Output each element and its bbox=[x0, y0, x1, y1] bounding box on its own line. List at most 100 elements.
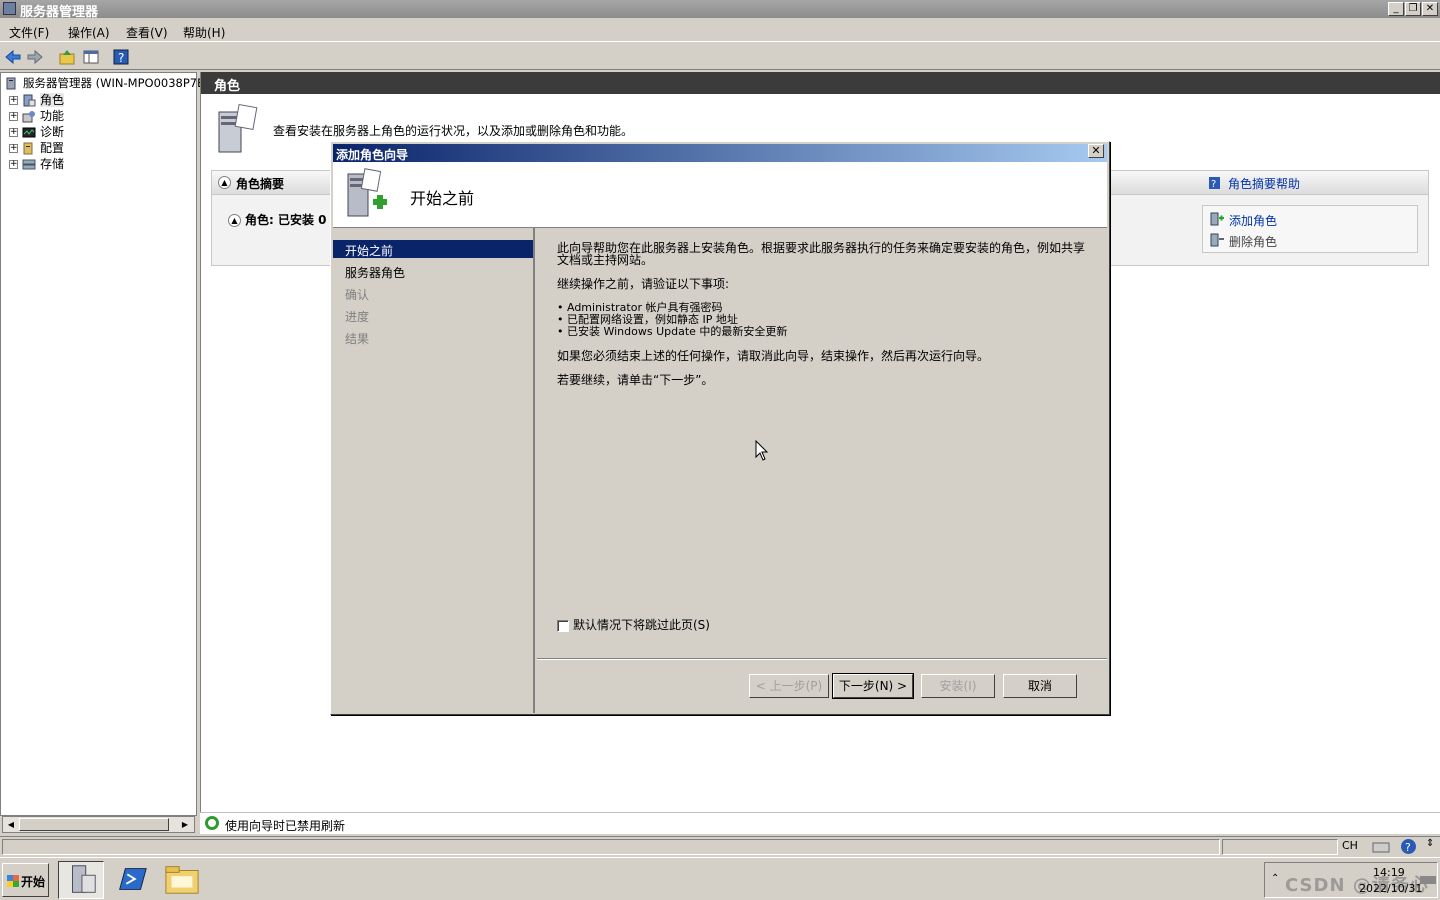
step-confirmation: 确认 bbox=[345, 288, 370, 302]
features-icon bbox=[22, 111, 35, 123]
add-role-wizard-icon bbox=[347, 168, 387, 217]
menu-bar: 文件(F) 操作(A) 查看(V) 帮助(H) bbox=[0, 20, 1440, 42]
folder-icon bbox=[165, 866, 199, 894]
roles-actions-panel: 添加角色 删除角色 bbox=[1202, 205, 1418, 253]
scroll-left-arrow-icon[interactable]: ◀ bbox=[5, 818, 17, 831]
help-book-icon: ? bbox=[1209, 177, 1220, 190]
taskbar-server-manager[interactable] bbox=[58, 861, 104, 899]
next-button[interactable]: 下一步(N) > bbox=[832, 673, 914, 699]
close-button[interactable]: ✕ bbox=[1422, 2, 1438, 16]
show-hide-console-icon[interactable] bbox=[82, 48, 100, 66]
step-progress: 进度 bbox=[345, 310, 370, 324]
system-tray: ⌃ CSDN @请务必 14:19 2022/10/31 bbox=[1264, 862, 1438, 898]
mouse-cursor-icon bbox=[755, 440, 769, 461]
dialog-title: 添加角色向导 bbox=[336, 148, 409, 162]
menu-action[interactable]: 操作(A) bbox=[68, 24, 110, 41]
back-arrow-icon[interactable] bbox=[4, 48, 22, 66]
clock-date[interactable]: 2022/10/31 bbox=[1359, 882, 1422, 895]
refresh-status-text: 使用向导时已禁用刷新 bbox=[225, 819, 346, 833]
tree-item-roles[interactable]: + 角色 bbox=[9, 91, 65, 107]
expand-icon[interactable]: + bbox=[9, 144, 18, 153]
intro-text: 此向导帮助您在此服务器上安装角色。根据要求此服务器执行的任务来确定要安装的角色，… bbox=[557, 241, 1086, 267]
expand-icon[interactable]: + bbox=[9, 112, 18, 121]
language-indicator[interactable]: CH bbox=[1342, 839, 1358, 852]
expand-icon[interactable]: + bbox=[9, 128, 18, 137]
page-title: 角色 bbox=[201, 72, 1440, 94]
tree-item-diagnostics[interactable]: + 诊断 bbox=[9, 123, 64, 139]
tree-item-storage[interactable]: + 存储 bbox=[9, 155, 64, 171]
refresh-icon bbox=[205, 816, 219, 830]
dialog-close-button[interactable]: ✕ bbox=[1088, 144, 1104, 158]
continue-note: 若要继续，请单击“下一步”。 bbox=[557, 373, 714, 387]
tree-horizontal-scrollbar[interactable]: ◀ ▶ bbox=[2, 816, 195, 833]
cancel-note: 如果您必须结束上述的任何操作，请取消此向导，结束操作，然后再次运行向导。 bbox=[557, 349, 990, 363]
server-icon bbox=[6, 77, 16, 90]
cancel-button[interactable]: 取消 bbox=[1003, 674, 1077, 698]
skip-page-checkbox[interactable] bbox=[557, 619, 569, 632]
show-hidden-icons-icon[interactable]: ⌃ bbox=[1271, 873, 1279, 884]
roles-summary-title: 角色摘要 bbox=[236, 177, 285, 191]
dialog-separator bbox=[537, 658, 1107, 660]
forward-arrow-icon[interactable] bbox=[26, 48, 44, 66]
menu-view[interactable]: 查看(V) bbox=[126, 24, 168, 41]
wizard-steps: 开始之前 服务器角色 确认 进度 结果 bbox=[333, 228, 535, 713]
install-button[interactable]: 安装(I) bbox=[921, 674, 995, 698]
console-tree: 服务器管理器 (WIN-MPO0038P7E + 角色 + 功能 + 诊断 + 配置 +… bbox=[0, 72, 204, 816]
roles-summary-help-link[interactable]: 角色摘要帮助 bbox=[1228, 175, 1300, 192]
tree-item-configuration[interactable]: + 配置 bbox=[9, 139, 64, 155]
svg-text:?: ? bbox=[1211, 179, 1216, 190]
remove-roles-link[interactable]: 删除角色 bbox=[1229, 233, 1277, 250]
help-circle-icon[interactable]: ? bbox=[1400, 838, 1417, 855]
status-field-2 bbox=[1222, 839, 1338, 855]
clock-time[interactable]: 14:19 bbox=[1373, 866, 1405, 879]
windows-flag-icon bbox=[7, 875, 19, 887]
tree-item-features[interactable]: + 功能 bbox=[9, 107, 64, 123]
refresh-status-strip: 使用向导时已禁用刷新 bbox=[200, 812, 1440, 834]
page-description: 查看安装在服务器上角色的运行状况，以及添加或删除角色和功能。 bbox=[273, 124, 634, 138]
scroll-thumb[interactable] bbox=[19, 818, 169, 831]
collapse-icon[interactable]: ▲ bbox=[218, 176, 231, 189]
installed-roles-row: ▲ 角色: 已安装 0 bbox=[228, 211, 327, 228]
expand-icon[interactable]: + bbox=[9, 160, 18, 169]
show-desktop-button[interactable] bbox=[1420, 876, 1436, 884]
toolbar: ? bbox=[0, 44, 1440, 70]
dialog-heading: 开始之前 bbox=[410, 189, 475, 208]
expand-icon[interactable]: + bbox=[9, 96, 18, 105]
start-button[interactable]: 开始 bbox=[2, 863, 49, 897]
step-server-roles[interactable]: 服务器角色 bbox=[333, 262, 533, 280]
window-title: 服务器管理器 bbox=[20, 5, 99, 20]
roles-server-icon bbox=[218, 104, 258, 153]
add-roles-link[interactable]: 添加角色 bbox=[1229, 212, 1277, 229]
add-roles-wizard: 添加角色向导 ✕ 开始之前 开始之前 服务器角色 确认 进度 结果 此向导帮助您… bbox=[330, 141, 1110, 715]
scroll-right-arrow-icon[interactable]: ▶ bbox=[179, 818, 191, 831]
wizard-content: 此向导帮助您在此服务器上安装角色。根据要求此服务器执行的任务来确定要安装的角色，… bbox=[557, 242, 1087, 398]
options-arrow-icon[interactable]: ⇕ bbox=[1426, 838, 1434, 849]
svg-text:?: ? bbox=[1405, 841, 1411, 854]
minimize-button[interactable]: _ bbox=[1388, 2, 1404, 16]
taskbar-powershell[interactable] bbox=[110, 861, 156, 899]
diagnostics-icon bbox=[22, 127, 36, 138]
up-folder-icon[interactable] bbox=[58, 48, 76, 66]
help-icon[interactable]: ? bbox=[112, 48, 130, 66]
step-before-you-begin[interactable]: 开始之前 bbox=[333, 240, 533, 258]
step-results: 结果 bbox=[345, 332, 370, 346]
server-manager-taskbar-icon bbox=[72, 865, 96, 893]
window-titlebar[interactable]: 服务器管理器 _ ❐ ✕ bbox=[0, 0, 1440, 20]
tree-root-server-manager[interactable]: 服务器管理器 (WIN-MPO0038P7E bbox=[5, 75, 204, 91]
remove-role-icon bbox=[1210, 233, 1224, 247]
server-manager-icon bbox=[3, 2, 16, 15]
dialog-titlebar[interactable]: 添加角色向导 bbox=[333, 144, 1107, 162]
restore-button[interactable]: ❐ bbox=[1405, 2, 1421, 16]
configuration-icon bbox=[23, 142, 33, 155]
back-button[interactable]: < 上一步(P) bbox=[749, 674, 829, 698]
taskbar: 开始 ⌃ CSDN @请务必 14:19 2022/10/31 bbox=[0, 857, 1440, 900]
collapse-icon[interactable]: ▲ bbox=[228, 214, 241, 227]
skip-page-option[interactable]: 默认情况下将跳过此页(S) bbox=[557, 616, 710, 633]
status-bar: CH ? ⇕ bbox=[0, 836, 1440, 856]
status-field bbox=[2, 839, 1220, 855]
menu-file[interactable]: 文件(F) bbox=[9, 24, 49, 41]
keyboard-icon[interactable] bbox=[1372, 838, 1390, 855]
powershell-icon bbox=[119, 868, 147, 890]
menu-help[interactable]: 帮助(H) bbox=[183, 24, 225, 41]
taskbar-explorer[interactable] bbox=[160, 861, 206, 899]
